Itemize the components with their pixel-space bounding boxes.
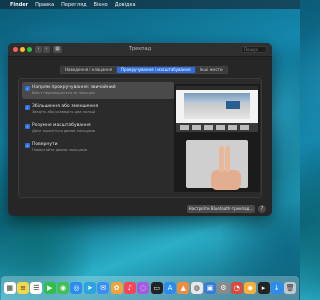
tab-scroll-and-zoom[interactable]: Прокручування і масштабування <box>117 67 196 73</box>
window-title: Трекпад <box>128 46 152 52</box>
trackpad-preferences-window: ‹ › ▦ Трекпад Пошук Наведення і клацання… <box>8 43 272 216</box>
app-store-icon[interactable]: A <box>163 282 176 294</box>
checkbox-checked-icon[interactable]: ✓ <box>25 86 30 91</box>
browser-icon[interactable]: ◔ <box>230 282 243 294</box>
thumbnail <box>192 125 201 130</box>
sketch-icon[interactable]: ◆ <box>244 282 257 294</box>
option-subtitle: Повертайте двома пальцями <box>32 148 88 152</box>
hand-palm <box>211 170 241 190</box>
dock: ▦ ≡ ☰ ▶ ◉ ◎ ➤ ✉ ✿ ♪ ◌ ▭ A ▲ ◍ ▣ ⚙ ◔ ◆ ▸ ↓ 🗑 <box>1 276 299 300</box>
photos-icon[interactable]: ✿ <box>110 282 123 294</box>
menu-item-edit[interactable]: Правка <box>35 2 54 8</box>
thumbnail <box>228 125 237 130</box>
tab-more-gestures[interactable]: Інші жести <box>195 67 227 73</box>
close-button[interactable] <box>13 47 18 52</box>
option-subtitle: Зведіть або розведіть два пальці <box>32 110 96 114</box>
maps-icon[interactable]: ▲ <box>177 282 190 294</box>
option-smart-zoom[interactable]: ✓ Розумне масштабування Двічі торкніться… <box>22 120 174 137</box>
facetime-icon[interactable]: ▶ <box>43 282 56 294</box>
back-button[interactable]: ‹ <box>35 46 42 53</box>
options-list: ✓ Напрям прокручування: звичайний Вміст … <box>22 82 176 158</box>
option-title: Розумне масштабування <box>32 123 91 128</box>
option-title: Збільшення або зменшення <box>32 104 99 109</box>
thumbnail <box>204 125 213 130</box>
messages-icon[interactable]: ◉ <box>57 282 70 294</box>
show-all-grid-icon[interactable]: ▦ <box>53 46 62 53</box>
tab-bar: Наведення і клацання Прокручування і мас… <box>60 66 228 74</box>
option-scroll-direction[interactable]: ✓ Напрям прокручування: звичайний Вміст … <box>22 82 174 99</box>
preview-trackpad <box>186 140 248 190</box>
telegram-icon[interactable]: ➤ <box>83 282 96 294</box>
preview-photo <box>184 93 250 119</box>
menu-bar: Finder Правка Перегляд Вікно Довідка <box>0 0 300 9</box>
menu-item-help[interactable]: Довідка <box>115 2 136 8</box>
option-zoom-in-out[interactable]: ✓ Збільшення або зменшення Зведіть або р… <box>22 101 174 118</box>
option-subtitle: Вміст переміщається за пальцем <box>32 91 95 95</box>
option-subtitle: Двічі торкніться двома пальцями <box>32 129 96 133</box>
checkbox-checked-icon[interactable]: ✓ <box>25 124 30 129</box>
preview-icon[interactable]: ▣ <box>204 282 217 294</box>
tab-point-and-click[interactable]: Наведення і клацання <box>61 67 118 73</box>
finger <box>225 146 230 172</box>
checkbox-checked-icon[interactable]: ✓ <box>25 143 30 148</box>
preview-picture <box>226 101 240 109</box>
title-bar: ‹ › ▦ Трекпад Пошук <box>8 43 272 57</box>
trash-icon[interactable]: 🗑 <box>284 282 297 294</box>
menu-app-name[interactable]: Finder <box>10 2 28 8</box>
downloads-icon[interactable]: ↓ <box>270 282 283 294</box>
tv-icon[interactable]: ▭ <box>150 282 163 294</box>
zoom-button[interactable] <box>27 47 32 52</box>
reminders-icon[interactable]: ☰ <box>30 282 43 294</box>
music-icon[interactable]: ♪ <box>123 282 136 294</box>
settings-pane: ✓ Напрям прокручування: звичайний Вміст … <box>18 78 262 198</box>
mail-icon[interactable]: ✉ <box>97 282 110 294</box>
terminal-icon[interactable]: ▸ <box>257 282 270 294</box>
minimize-button[interactable] <box>20 47 25 52</box>
option-rotate[interactable]: ✓ Повернути Повертайте двома пальцями <box>22 139 174 156</box>
option-title: Повернути <box>32 142 58 147</box>
settings-icon[interactable]: ⚙ <box>217 282 230 294</box>
chrome-icon[interactable]: ◍ <box>190 282 203 294</box>
menu-item-view[interactable]: Перегляд <box>61 2 86 8</box>
preview-screen <box>176 86 258 132</box>
search-field[interactable]: Пошук <box>241 46 267 53</box>
setup-bluetooth-trackpad-button[interactable]: Настроїти Bluetooth-трекпад… <box>187 205 255 213</box>
gesture-preview <box>174 84 260 192</box>
finger <box>219 146 224 172</box>
help-button[interactable]: ? <box>258 205 266 213</box>
checkbox-checked-icon[interactable]: ✓ <box>25 105 30 110</box>
calendar-icon[interactable]: ▦ <box>3 282 16 294</box>
preview-thumbnail-strip <box>176 123 258 132</box>
podcasts-icon[interactable]: ◌ <box>137 282 150 294</box>
notes-icon[interactable]: ≡ <box>17 282 30 294</box>
safari-icon[interactable]: ◎ <box>70 282 83 294</box>
thumbnail <box>216 125 225 130</box>
menu-item-window[interactable]: Вікно <box>94 2 108 8</box>
preview-toolbar <box>176 86 258 90</box>
option-title: Напрям прокручування: звичайний <box>32 85 116 90</box>
thumbnail <box>240 125 249 130</box>
thumbnail <box>180 125 189 130</box>
forward-button[interactable]: › <box>43 46 50 53</box>
